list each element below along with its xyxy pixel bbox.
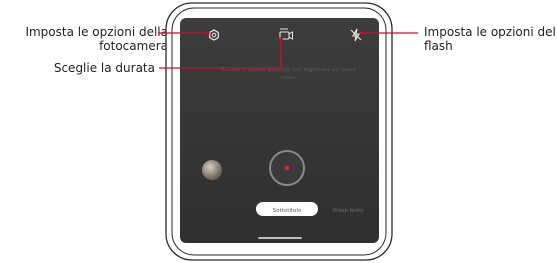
record-dot	[284, 165, 290, 171]
hint-text-line2: video	[280, 75, 296, 81]
mode-other-label[interactable]: Video lento	[332, 208, 364, 214]
gallery-thumbnail[interactable]	[202, 160, 222, 180]
phone-diagram: Toccare e tenere premuto per registrare …	[158, 2, 418, 261]
record-button[interactable]	[269, 150, 305, 186]
mode-selected-label: Sottotitolo	[273, 208, 302, 214]
